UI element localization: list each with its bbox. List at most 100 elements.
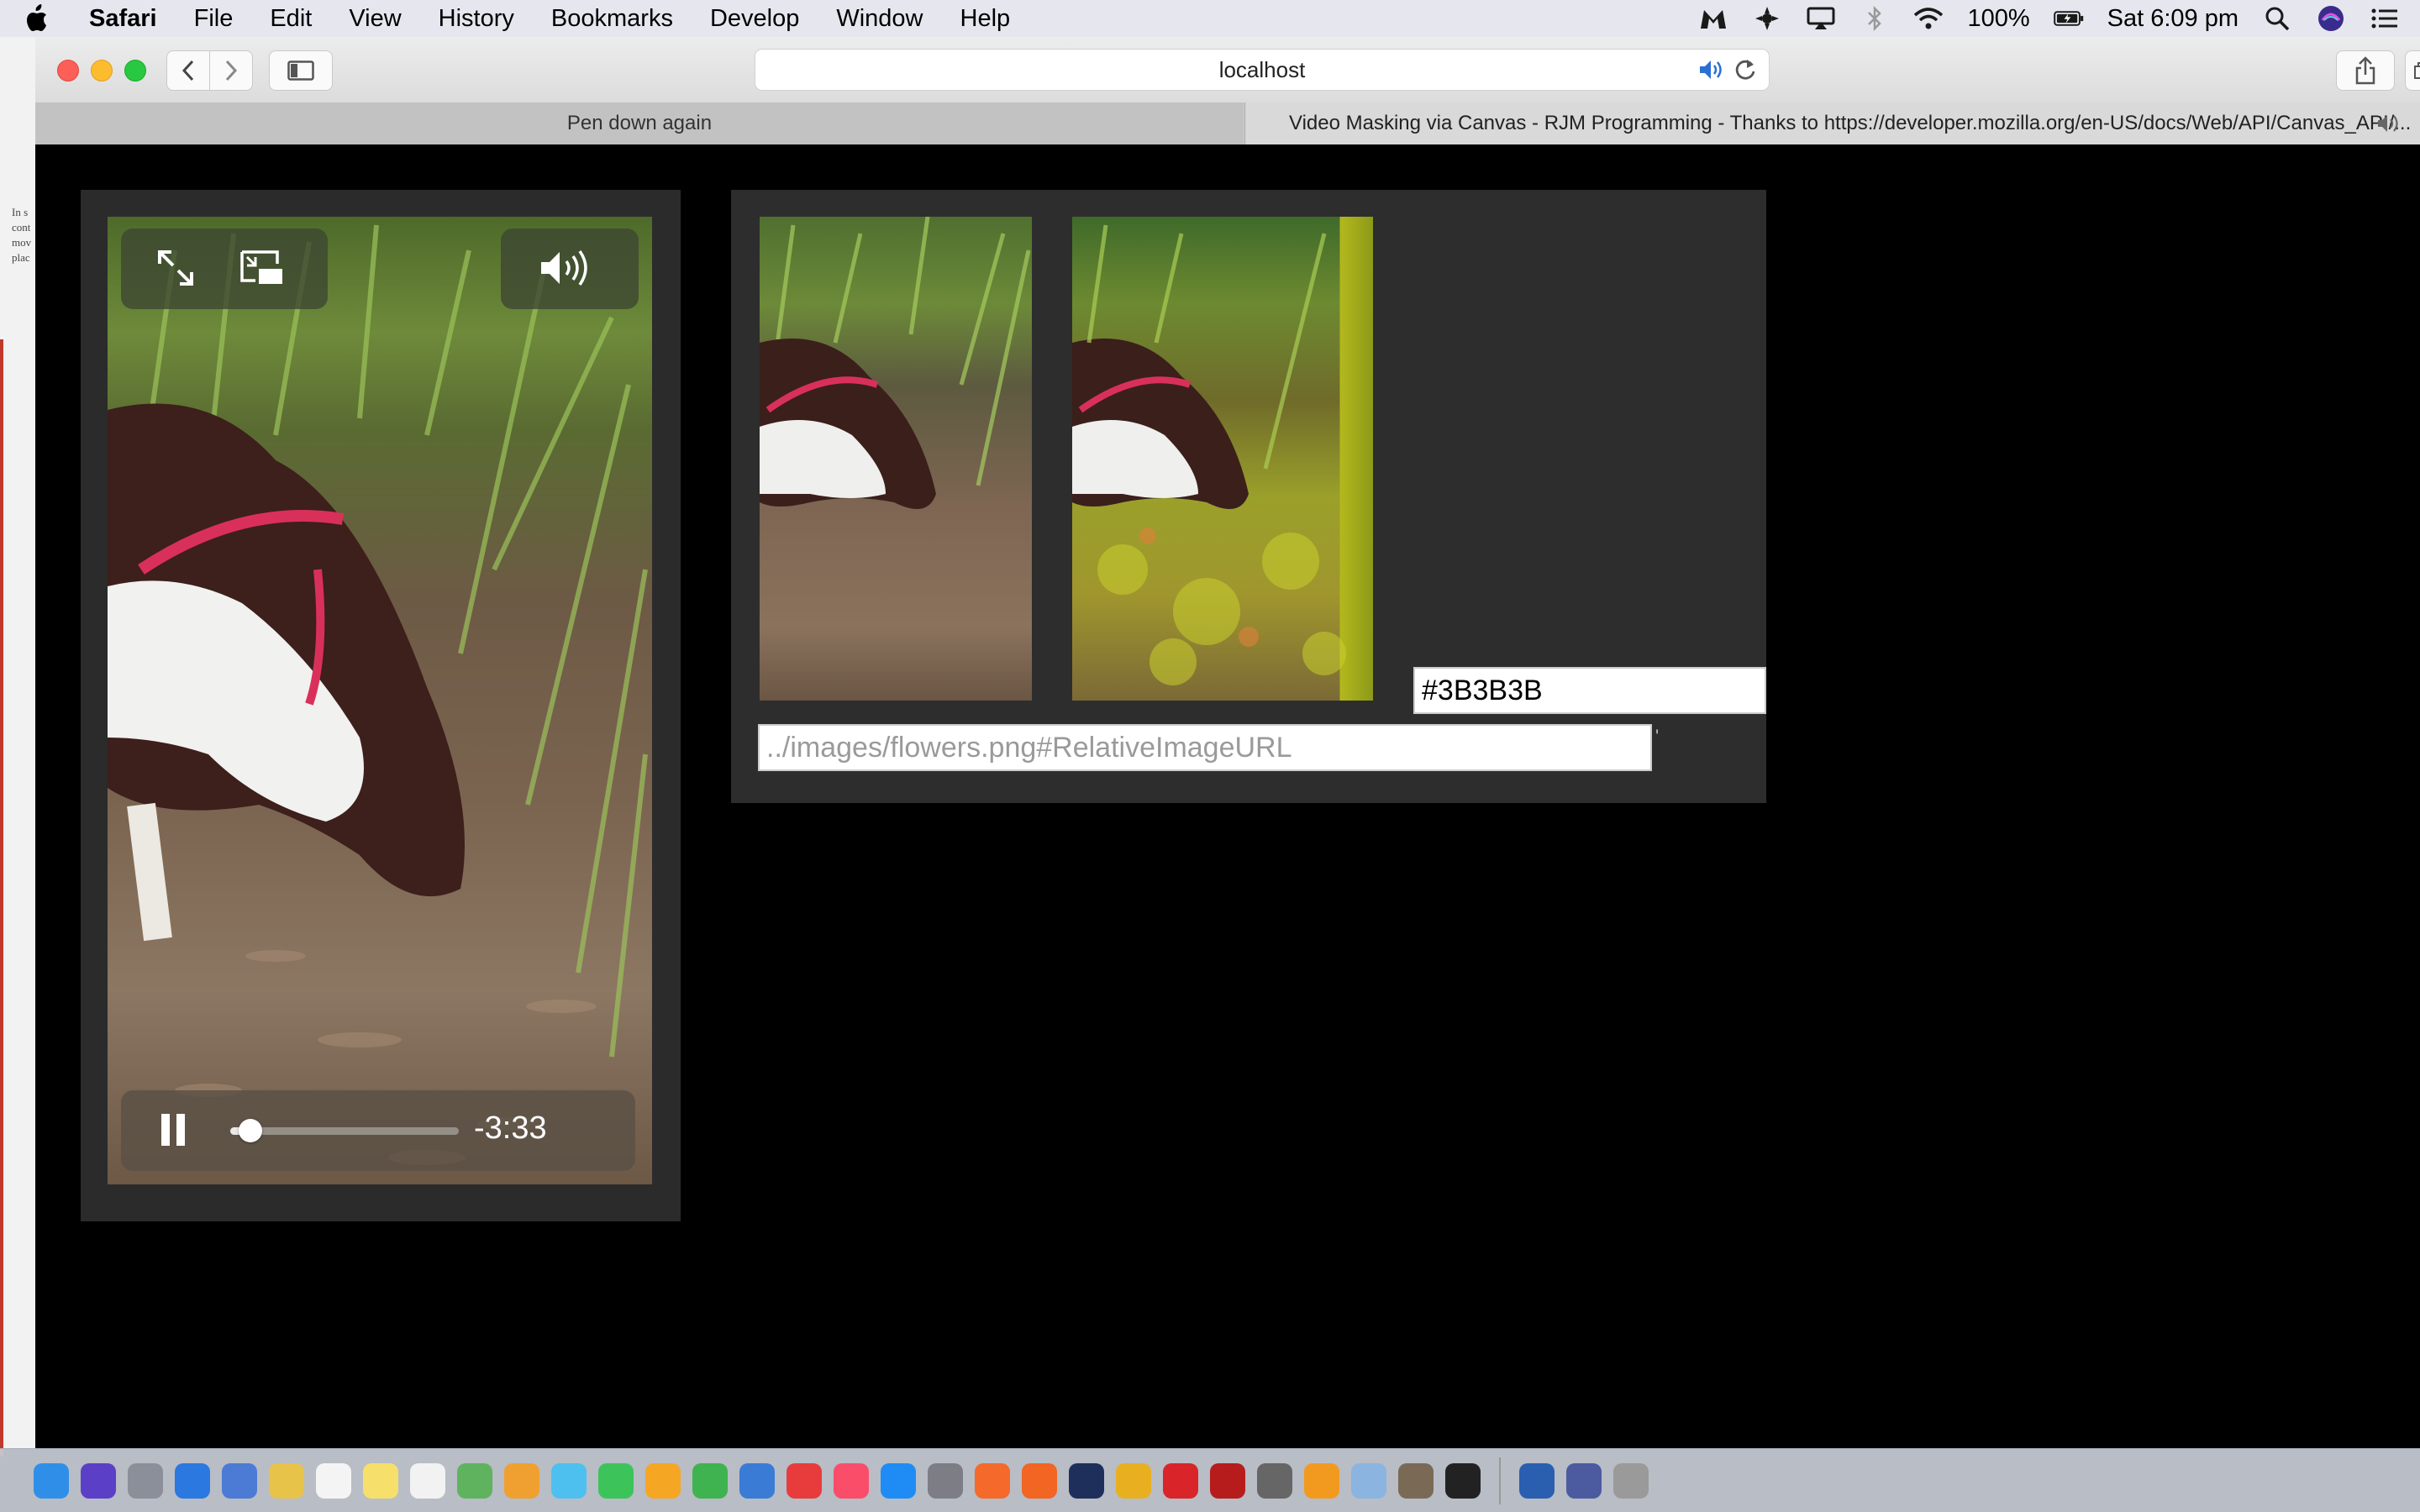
- airplay-icon[interactable]: [1806, 3, 1836, 34]
- menu-view[interactable]: View: [330, 5, 419, 33]
- menu-file[interactable]: File: [176, 5, 252, 33]
- menu-history[interactable]: History: [420, 5, 533, 33]
- video-playback-controls: -3:33: [121, 1090, 635, 1171]
- filezilla-icon[interactable]: [1210, 1462, 1245, 1499]
- pause-icon[interactable]: [158, 1110, 188, 1149]
- terminal-icon[interactable]: [1445, 1462, 1481, 1499]
- menu-edit[interactable]: Edit: [251, 5, 330, 33]
- mammoth-icon[interactable]: [1257, 1462, 1292, 1499]
- reload-icon[interactable]: [1733, 57, 1757, 88]
- bluetooth-icon[interactable]: [1860, 3, 1890, 34]
- music-icon[interactable]: [834, 1462, 869, 1499]
- original-frame-canvas: [760, 217, 1032, 701]
- dock: [0, 1448, 2420, 1512]
- notes-icon[interactable]: [269, 1462, 304, 1499]
- web-page: -3:33 #3B3B3B ../images/flowers.png#Rela…: [35, 144, 2420, 1448]
- calendar-icon[interactable]: [316, 1462, 351, 1499]
- canvas-panel: ': [731, 190, 1766, 803]
- xampp-icon[interactable]: [1304, 1462, 1339, 1499]
- tab-label: Video Masking via Canvas - RJM Programmi…: [1289, 112, 2412, 134]
- safari-icon[interactable]: [175, 1462, 210, 1499]
- background-window[interactable]: In s cont mov plac: [0, 37, 37, 1457]
- show-tabs-button[interactable]: [2405, 50, 2420, 91]
- system-preferences-icon[interactable]: [928, 1462, 963, 1499]
- preview-icon[interactable]: [222, 1462, 257, 1499]
- chrome-icon[interactable]: [1116, 1462, 1151, 1499]
- network-icon[interactable]: [1566, 1462, 1602, 1499]
- stickies-icon[interactable]: [363, 1462, 398, 1499]
- maps-icon[interactable]: [457, 1462, 492, 1499]
- battery-icon[interactable]: [2053, 3, 2084, 34]
- tab-pen-down-again[interactable]: Pen down again: [35, 102, 1244, 144]
- window-close-button[interactable]: [57, 60, 79, 81]
- address-bar[interactable]: localhost: [755, 49, 1770, 91]
- reminders-icon[interactable]: [410, 1462, 445, 1499]
- share-icon: [2355, 56, 2375, 85]
- scrubber-handle[interactable]: [239, 1119, 263, 1142]
- mask-color-input[interactable]: [1413, 667, 1766, 714]
- keynote-icon[interactable]: [739, 1462, 775, 1499]
- apple-menu-icon[interactable]: [24, 0, 69, 37]
- background-window-text: In s cont mov plac: [12, 206, 32, 264]
- menu-develop[interactable]: Develop: [692, 5, 818, 33]
- time-remaining: -3:33: [474, 1110, 547, 1146]
- gear-fan-icon[interactable]: [1752, 3, 1782, 34]
- opera-icon[interactable]: [1163, 1462, 1198, 1499]
- launchpad-icon[interactable]: [128, 1462, 163, 1499]
- chevron-left-icon: [182, 60, 194, 81]
- tabs-overview-icon: [2414, 62, 2420, 79]
- activity-icon[interactable]: [1613, 1462, 1649, 1499]
- trailing-quote-mark: ': [1655, 726, 1660, 747]
- paintbrush-icon[interactable]: [1351, 1462, 1386, 1499]
- malwarebytes-icon[interactable]: [1698, 3, 1728, 34]
- spotlight-search-icon[interactable]: [2262, 3, 2292, 34]
- notification-center-icon[interactable]: [2370, 3, 2400, 34]
- quicktime-icon[interactable]: [1519, 1462, 1555, 1499]
- siri-icon[interactable]: [2316, 3, 2346, 34]
- background-window-edge: [0, 339, 3, 1457]
- video-top-left-controls: [121, 228, 328, 309]
- video-top-right-controls: [501, 228, 639, 309]
- picture-in-picture-icon[interactable]: [239, 247, 286, 289]
- share-button[interactable]: [2336, 50, 2395, 91]
- audio-playing-icon[interactable]: [1698, 58, 1727, 87]
- numbers-icon[interactable]: [692, 1462, 728, 1499]
- status-area: 100% Sat 6:09 pm: [1686, 0, 2420, 37]
- menu-window[interactable]: Window: [818, 5, 941, 33]
- firefox-icon[interactable]: [1022, 1462, 1057, 1499]
- window-zoom-button[interactable]: [124, 60, 146, 81]
- forward-button[interactable]: [209, 50, 253, 91]
- facetime-icon[interactable]: [598, 1462, 634, 1499]
- video-player[interactable]: -3:33: [108, 217, 652, 1184]
- video-frame: [108, 224, 648, 1165]
- tab-audio-icon[interactable]: [2376, 113, 2402, 140]
- volume-icon[interactable]: [538, 247, 597, 289]
- pages-icon[interactable]: [645, 1462, 681, 1499]
- photoshop-icon[interactable]: [1069, 1462, 1104, 1499]
- wifi-icon[interactable]: [1913, 3, 1944, 34]
- menu-bookmarks[interactable]: Bookmarks: [533, 5, 692, 33]
- photos-icon[interactable]: [504, 1462, 539, 1499]
- browser-toolbar: localhost: [35, 37, 2420, 103]
- messages-icon[interactable]: [551, 1462, 587, 1499]
- menu-app-safari[interactable]: Safari: [69, 5, 176, 33]
- back-button[interactable]: [166, 50, 210, 91]
- image-url-input[interactable]: [758, 724, 1652, 771]
- tab-label: Pen down again: [566, 112, 713, 134]
- menubar-clock[interactable]: Sat 6:09 pm: [2107, 5, 2238, 33]
- fullscreen-icon[interactable]: [155, 247, 197, 289]
- window-minimize-button[interactable]: [91, 60, 113, 81]
- sidebar-icon: [287, 60, 314, 81]
- finder-icon[interactable]: [34, 1462, 69, 1499]
- tab-video-masking[interactable]: Video Masking via Canvas - RJM Programmi…: [1244, 102, 2420, 144]
- tab-bar: Pen down again Video Masking via Canvas …: [35, 102, 2420, 145]
- news-icon[interactable]: [786, 1462, 822, 1499]
- sidebar-toggle-button[interactable]: [269, 50, 333, 91]
- playback-scrubber[interactable]: [230, 1119, 459, 1142]
- menu-help[interactable]: Help: [942, 5, 1029, 33]
- app-store-icon[interactable]: [881, 1462, 916, 1499]
- aa-icon[interactable]: [975, 1462, 1010, 1499]
- gimp-icon[interactable]: [1398, 1462, 1434, 1499]
- address-text: localhost: [1218, 56, 1306, 82]
- siri-icon[interactable]: [81, 1462, 116, 1499]
